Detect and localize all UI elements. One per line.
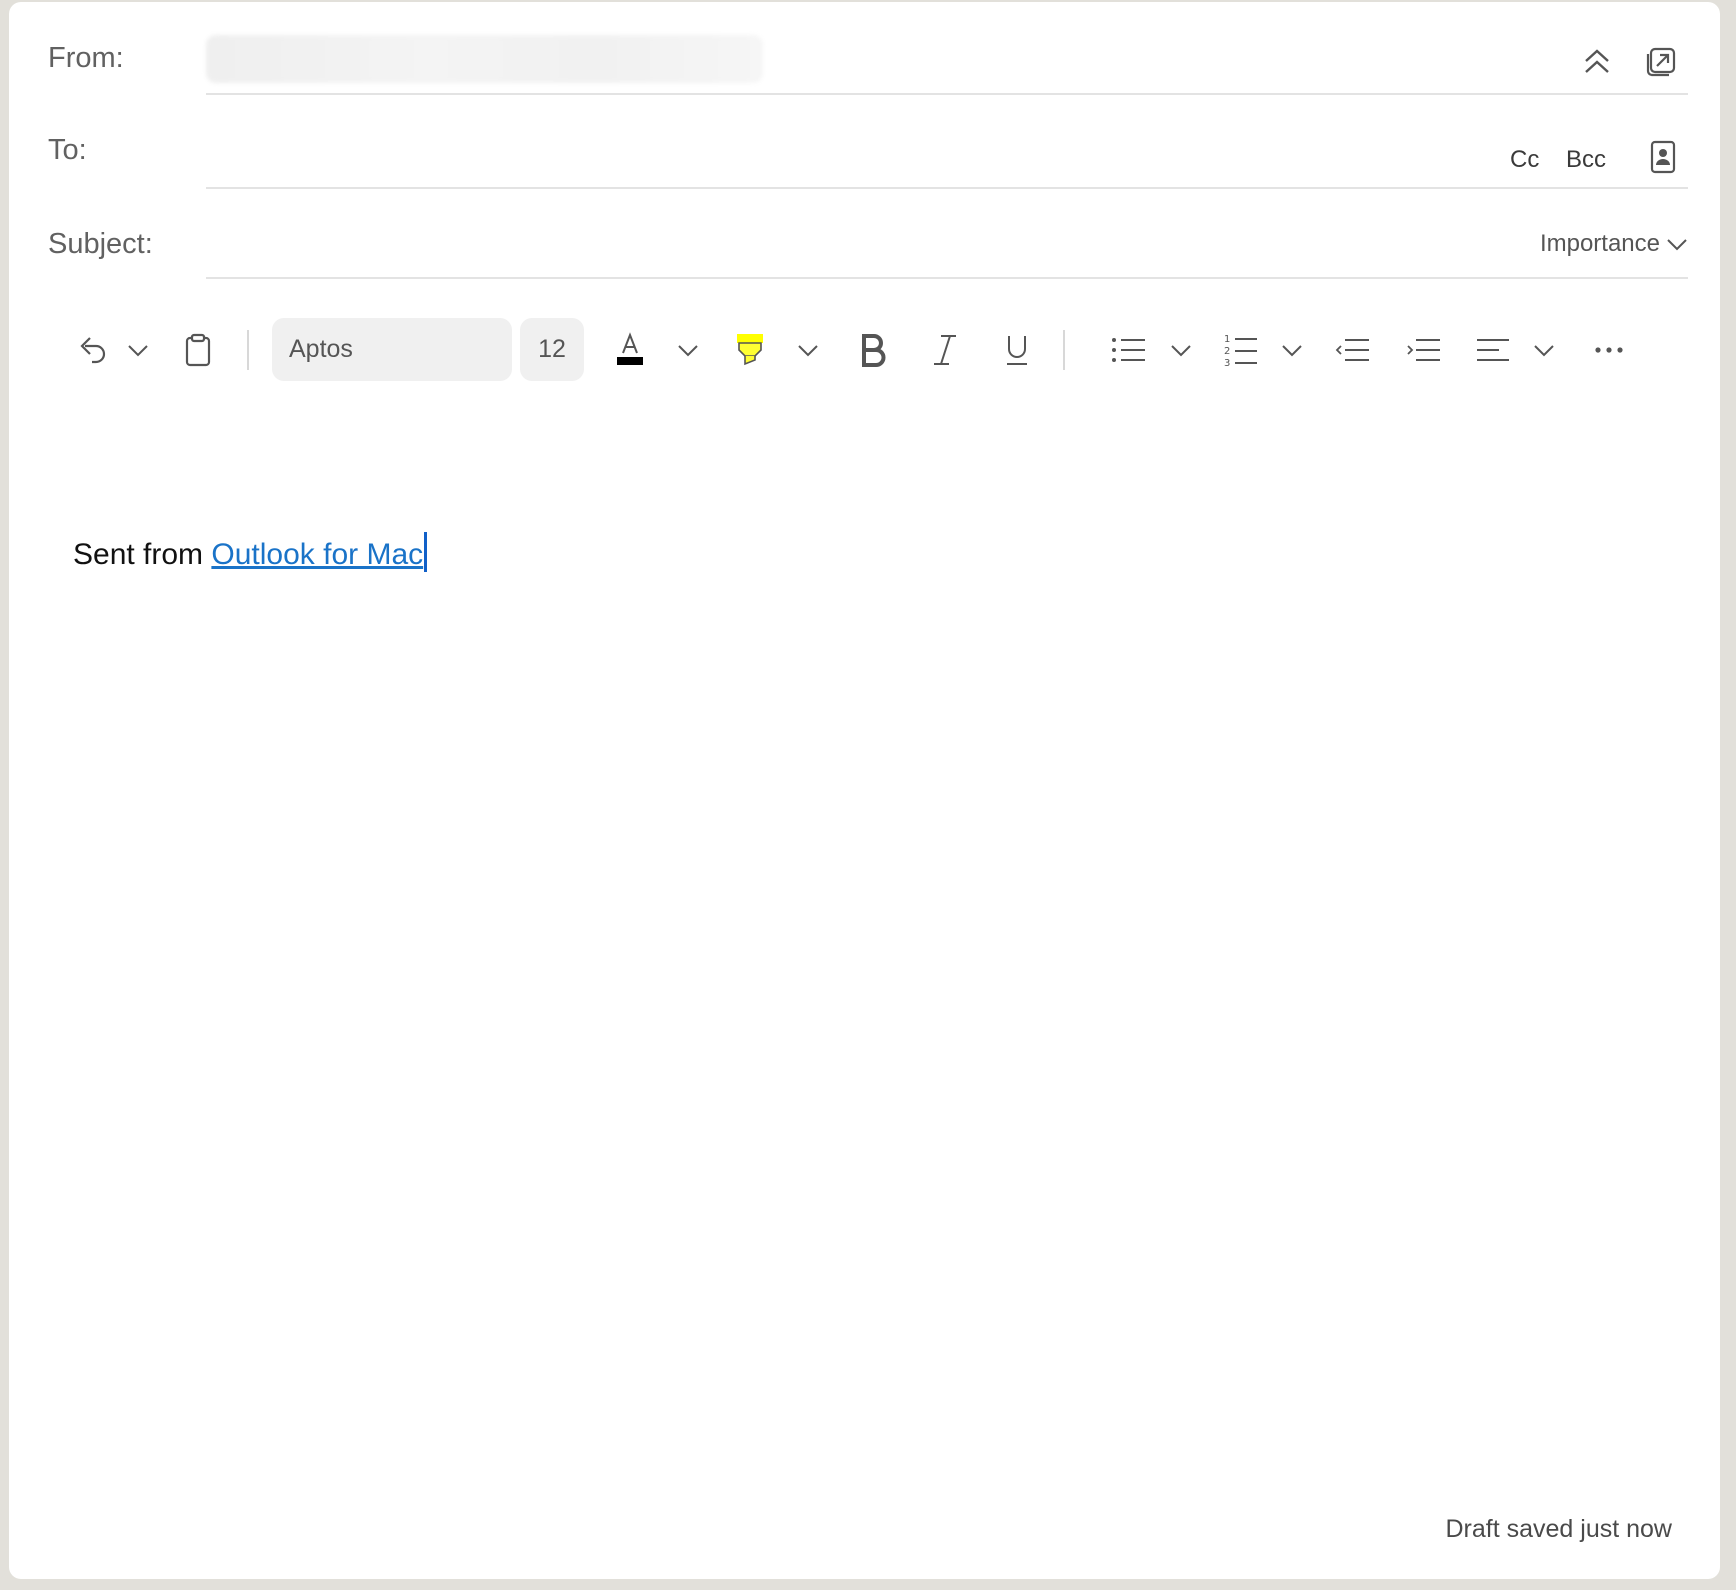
font-color-dropdown[interactable] bbox=[673, 317, 703, 382]
font-size-value: 12 bbox=[538, 335, 566, 363]
pop-out-icon bbox=[1646, 47, 1676, 77]
collapse-header-button[interactable] bbox=[1577, 42, 1617, 82]
formatting-toolbar: Aptos 12 1 2 3 bbox=[9, 317, 1720, 382]
align-button[interactable] bbox=[1471, 317, 1515, 382]
importance-label: Importance bbox=[1539, 230, 1660, 257]
subject-divider bbox=[206, 277, 1688, 279]
decrease-indent-icon bbox=[1335, 338, 1369, 361]
collapse-up-icon bbox=[1585, 49, 1609, 73]
cc-button[interactable]: Cc bbox=[1510, 146, 1539, 174]
chevron-down-icon bbox=[1171, 344, 1191, 356]
from-divider bbox=[206, 93, 1688, 95]
increase-indent-button[interactable] bbox=[1402, 317, 1446, 382]
font-color-button[interactable] bbox=[608, 317, 652, 382]
pop-out-button[interactable] bbox=[1641, 42, 1681, 82]
italic-icon bbox=[934, 334, 956, 365]
bcc-button[interactable]: Bcc bbox=[1566, 146, 1606, 174]
undo-icon bbox=[80, 336, 106, 363]
decrease-indent-button[interactable] bbox=[1331, 317, 1375, 382]
underline-icon bbox=[1007, 335, 1027, 365]
bullet-list-icon bbox=[1112, 337, 1145, 362]
outlook-for-mac-link[interactable]: Outlook for Mac bbox=[211, 538, 423, 571]
clipboard-icon bbox=[185, 333, 211, 366]
draft-status: Draft saved just now bbox=[1445, 1515, 1673, 1543]
chevron-down-icon bbox=[678, 344, 698, 356]
bold-button[interactable] bbox=[851, 317, 895, 382]
subject-row: Subject: bbox=[9, 189, 1720, 281]
toolbar-separator bbox=[247, 330, 249, 370]
chevron-down-icon bbox=[1534, 344, 1554, 356]
undo-dropdown[interactable] bbox=[123, 317, 153, 382]
bold-icon bbox=[862, 333, 886, 367]
from-row: From: bbox=[9, 2, 1720, 97]
address-book-button[interactable] bbox=[1645, 137, 1681, 177]
chevron-down-icon bbox=[1667, 239, 1687, 251]
to-label: To: bbox=[48, 134, 87, 166]
chevron-down-icon bbox=[1282, 344, 1302, 356]
chevron-down-icon bbox=[798, 344, 818, 356]
italic-button[interactable] bbox=[923, 317, 967, 382]
to-row: To: Cc Bcc bbox=[9, 97, 1720, 189]
font-size-select[interactable]: 12 bbox=[520, 318, 584, 381]
importance-dropdown[interactable]: Importance bbox=[1540, 230, 1688, 258]
bullets-dropdown[interactable] bbox=[1166, 317, 1196, 382]
from-label: From: bbox=[48, 42, 124, 74]
increase-indent-icon bbox=[1407, 338, 1440, 361]
font-name-value: Aptos bbox=[289, 335, 353, 363]
from-account-field[interactable] bbox=[206, 35, 763, 83]
underline-button[interactable] bbox=[995, 317, 1039, 382]
toolbar-separator bbox=[1063, 330, 1065, 370]
signature-prefix: Sent from bbox=[73, 538, 212, 571]
compose-window: From: To: Cc Bcc Subject: Importance Apt… bbox=[9, 2, 1720, 1579]
more-icon bbox=[1595, 346, 1623, 353]
subject-label: Subject: bbox=[48, 228, 153, 260]
align-dropdown[interactable] bbox=[1529, 317, 1559, 382]
numbered-list-icon: 1 2 3 bbox=[1224, 334, 1257, 368]
chevron-down-icon bbox=[128, 344, 148, 356]
to-input[interactable] bbox=[206, 117, 1506, 177]
highlighter-icon bbox=[737, 333, 763, 365]
font-name-select[interactable]: Aptos bbox=[272, 318, 512, 381]
signature: Sent from Outlook for Mac bbox=[73, 532, 428, 572]
highlight-dropdown[interactable] bbox=[793, 317, 823, 382]
svg-text:2: 2 bbox=[1224, 346, 1230, 357]
numbering-dropdown[interactable] bbox=[1277, 317, 1307, 382]
message-body[interactable]: Sent from Outlook for Mac bbox=[9, 402, 1720, 1502]
more-options-button[interactable] bbox=[1587, 317, 1631, 382]
svg-text:1: 1 bbox=[1224, 334, 1230, 345]
numbering-button[interactable]: 1 2 3 bbox=[1219, 317, 1263, 382]
align-icon bbox=[1477, 338, 1509, 361]
font-color-icon bbox=[617, 331, 643, 365]
paste-button[interactable] bbox=[177, 317, 219, 382]
highlight-button[interactable] bbox=[728, 317, 772, 382]
subject-input[interactable] bbox=[206, 209, 1456, 269]
undo-button[interactable] bbox=[69, 317, 115, 382]
text-cursor bbox=[424, 532, 428, 572]
contacts-book-icon bbox=[1650, 140, 1676, 174]
bullets-button[interactable] bbox=[1107, 317, 1151, 382]
svg-text:3: 3 bbox=[1224, 358, 1230, 368]
